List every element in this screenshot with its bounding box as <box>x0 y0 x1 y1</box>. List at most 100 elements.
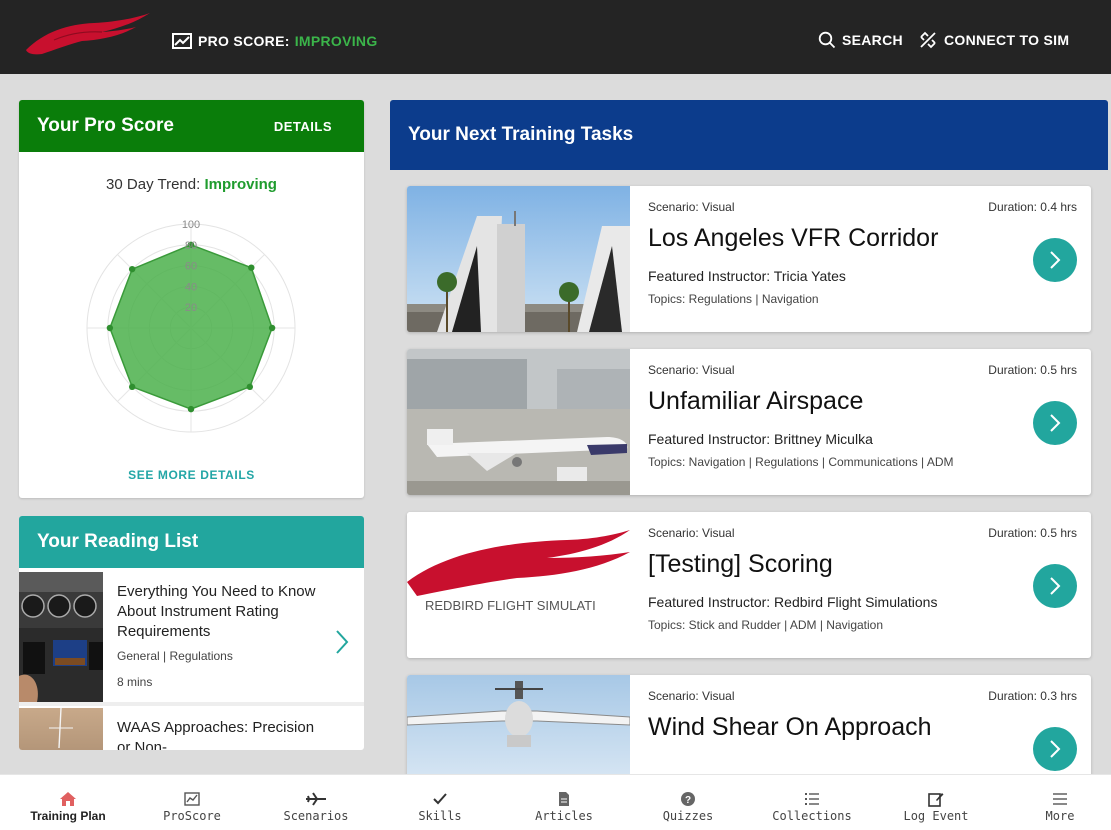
nav-quizzes[interactable]: ? Quizzes <box>633 775 743 830</box>
chevron-right-icon <box>1050 740 1061 758</box>
task-duration: Duration: 0.3 hrs <box>988 689 1077 703</box>
pro-score-radar-chart[interactable]: 20 40 60 80 100 <box>85 212 297 444</box>
task-instructor: Featured Instructor: Tricia Yates <box>648 268 846 284</box>
chevron-right-icon <box>1050 251 1061 269</box>
connect-to-sim-button[interactable]: CONNECT TO SIM <box>918 30 1069 50</box>
app-header: PRO SCORE: IMPROVING SEARCH CONNECT TO S… <box>0 0 1111 74</box>
trend-chart-icon <box>172 33 192 49</box>
nav-label: More <box>1045 809 1075 823</box>
question-icon: ? <box>681 791 695 806</box>
document-icon <box>559 791 569 806</box>
task-scenario: Scenario: Visual <box>648 363 735 377</box>
trend-value: Improving <box>204 176 277 193</box>
nav-label: Training Plan <box>30 809 106 823</box>
task-topics: Topics: Stick and Rudder | ADM | Navigat… <box>648 618 884 632</box>
task-thumbnail-airport <box>407 349 630 495</box>
radar-point <box>246 383 254 391</box>
training-task-card[interactable]: REDBIRD FLIGHT SIMULATI Scenario: Visual… <box>407 512 1091 658</box>
start-task-button[interactable] <box>1033 727 1077 771</box>
edit-icon <box>928 792 944 807</box>
radar-tick-label: 20 <box>185 302 197 314</box>
nav-skills[interactable]: Skills <box>385 775 495 830</box>
training-task-card[interactable]: Scenario: Visual Duration: 0.3 hrs Wind … <box>407 675 1091 774</box>
task-duration: Duration: 0.5 hrs <box>988 363 1077 377</box>
start-task-button[interactable] <box>1033 238 1077 282</box>
task-duration: Duration: 0.4 hrs <box>988 200 1077 214</box>
chevron-right-icon <box>1050 577 1061 595</box>
redbird-logo[interactable] <box>24 10 152 56</box>
chevron-right-icon <box>1050 414 1061 432</box>
menu-icon <box>1053 792 1067 805</box>
pro-score-card: Your Pro Score DETAILS 30 Day Trend: Imp… <box>19 100 364 498</box>
nav-articles[interactable]: Articles <box>509 775 619 830</box>
nav-label: Scenarios <box>283 809 349 823</box>
chart-icon <box>184 791 200 806</box>
radar-point <box>187 405 195 413</box>
radar-point <box>128 265 136 273</box>
trend-line: 30 Day Trend: Improving <box>19 176 364 193</box>
task-title: Wind Shear On Approach <box>648 713 932 741</box>
training-tasks-title: Your Next Training Tasks <box>390 100 1108 170</box>
radar-point <box>128 383 136 391</box>
nav-log-event[interactable]: Log Event <box>881 775 991 830</box>
pro-score-indicator[interactable]: PRO SCORE: IMPROVING <box>172 32 378 50</box>
pro-score-label: PRO SCORE: <box>198 33 290 49</box>
reading-list-card: Your Reading List Everything You Need to… <box>19 516 364 750</box>
radar-tick-label: 60 <box>185 261 197 273</box>
radar-tick-label: 100 <box>182 219 200 231</box>
nav-scenarios[interactable]: Scenarios <box>261 775 371 830</box>
nav-label: ProScore <box>163 809 221 823</box>
nav-label: Log Event <box>903 809 969 823</box>
nav-label: Quizzes <box>662 809 714 823</box>
task-title: Los Angeles VFR Corridor <box>648 224 939 252</box>
task-scenario: Scenario: Visual <box>648 526 735 540</box>
start-task-button[interactable] <box>1033 564 1077 608</box>
article-thumbnail <box>19 572 103 702</box>
bottom-navigation: Training Plan ProScore Scenarios Skills <box>0 774 1111 830</box>
nav-label: Skills <box>418 809 462 823</box>
article-thumbnail <box>19 708 103 750</box>
reading-list-item[interactable]: WAAS Approaches: Precision or Non- <box>19 708 364 750</box>
main-content: Your Pro Score DETAILS 30 Day Trend: Imp… <box>0 74 1111 774</box>
article-read-time: 8 mins <box>117 675 153 689</box>
task-duration: Duration: 0.5 hrs <box>988 526 1077 540</box>
task-thumbnail-lax <box>407 186 630 332</box>
pro-score-status: IMPROVING <box>294 33 378 49</box>
nav-training-plan[interactable]: Training Plan <box>13 775 123 830</box>
check-icon <box>433 792 447 804</box>
start-task-button[interactable] <box>1033 401 1077 445</box>
connect-label: CONNECT TO SIM <box>944 32 1070 48</box>
article-title: Everything You Need to Know About Instru… <box>117 583 316 640</box>
nav-label: Collections <box>772 809 852 823</box>
training-task-card[interactable]: Scenario: Visual Duration: 0.5 hrs Unfam… <box>407 349 1091 495</box>
radar-tick-label: 80 <box>185 240 197 252</box>
chevron-right-icon[interactable] <box>333 628 351 656</box>
svg-text:?: ? <box>685 795 691 806</box>
radar-tick-label: 40 <box>185 281 197 293</box>
pro-score-card-header: Your Pro Score DETAILS <box>19 100 364 152</box>
search-label: SEARCH <box>842 32 903 48</box>
radar-point <box>248 264 255 271</box>
nav-collections[interactable]: Collections <box>757 775 867 830</box>
list-icon <box>805 792 819 805</box>
radar-point <box>106 324 114 332</box>
nav-proscore[interactable]: ProScore <box>137 775 247 830</box>
task-title: Unfamiliar Airspace <box>648 387 864 415</box>
task-instructor: Featured Instructor: Redbird Flight Simu… <box>648 594 938 610</box>
home-icon <box>60 791 76 806</box>
nav-more[interactable]: More <box>1005 775 1111 830</box>
task-scenario: Scenario: Visual <box>648 200 735 214</box>
article-title: WAAS Approaches: Precision or Non- <box>117 719 315 750</box>
task-title: [Testing] Scoring <box>648 550 833 578</box>
list-divider <box>19 702 364 706</box>
search-icon <box>818 31 836 49</box>
training-task-card[interactable]: Scenario: Visual Duration: 0.4 hrs Los A… <box>407 186 1091 332</box>
pro-score-card-title: Your Pro Score <box>37 115 174 136</box>
see-more-details-link[interactable]: SEE MORE DETAILS <box>19 468 364 482</box>
disconnected-link-icon <box>920 31 936 49</box>
airplane-icon <box>306 791 326 806</box>
reading-list-title: Your Reading List <box>19 516 364 568</box>
reading-list-item[interactable]: Everything You Need to Know About Instru… <box>19 572 364 702</box>
search-button[interactable]: SEARCH <box>818 30 903 50</box>
details-link[interactable]: DETAILS <box>274 119 332 134</box>
